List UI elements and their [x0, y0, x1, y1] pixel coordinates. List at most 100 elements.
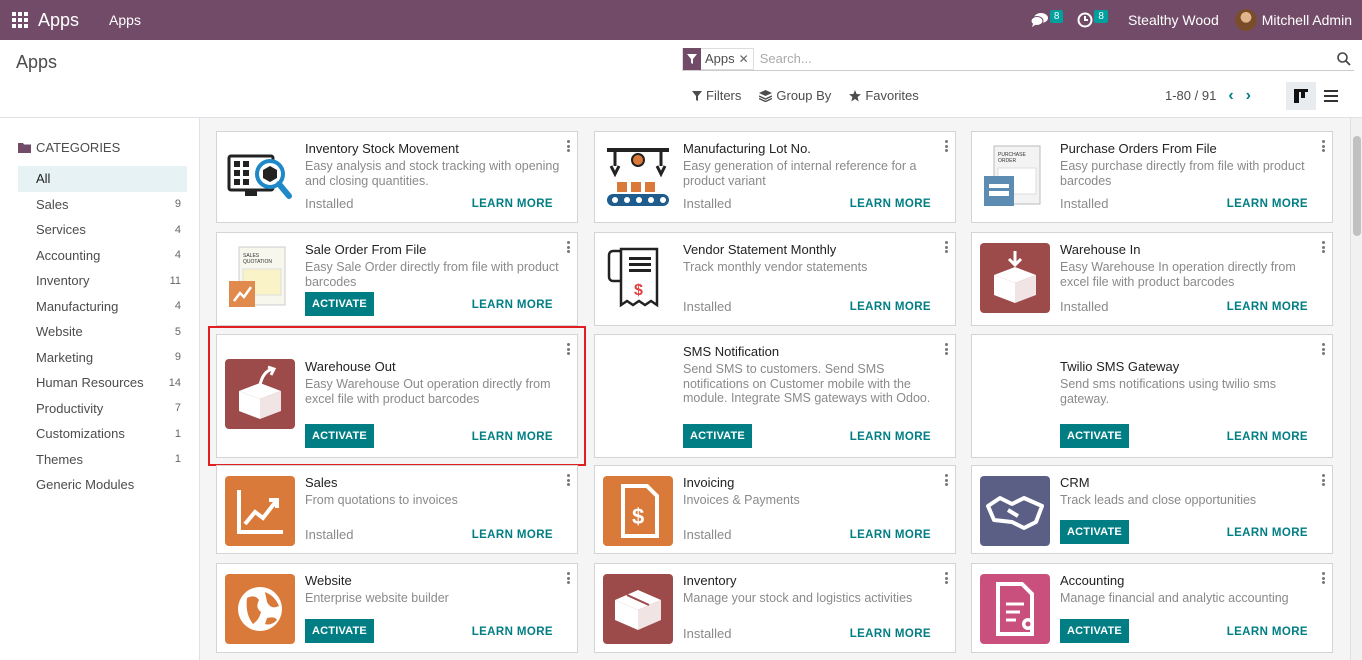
app-card[interactable]: Inventory Stock Movement Easy analysis an…: [216, 131, 578, 223]
kebab-menu-icon[interactable]: [943, 474, 949, 486]
search-bar: Apps ✕: [682, 47, 1354, 71]
user-menu[interactable]: Mitchell Admin: [1234, 9, 1352, 31]
learn-more-button[interactable]: LEARN MORE: [850, 431, 931, 443]
pager: 1-80 / 91 ‹ ›: [1165, 87, 1251, 103]
favorites-button[interactable]: Favorites: [849, 88, 919, 103]
messages-button[interactable]: 8: [1030, 9, 1064, 28]
kebab-menu-icon[interactable]: [1320, 572, 1326, 584]
learn-more-button[interactable]: LEARN MORE: [850, 628, 931, 640]
learn-more-button[interactable]: LEARN MORE: [850, 529, 931, 541]
kebab-menu-icon[interactable]: [1320, 140, 1326, 152]
app-card[interactable]: Warehouse Out Easy Warehouse Out operatio…: [208, 326, 586, 466]
navbar-brand[interactable]: Apps: [38, 10, 79, 31]
app-card[interactable]: Warehouse In Easy Warehouse In operation …: [971, 232, 1333, 326]
app-card[interactable]: SALES QUOTATION Sale Order From File Easy S…: [216, 232, 578, 326]
app-card[interactable]: Inventory Manage your stock and logistics…: [594, 563, 956, 653]
learn-more-button[interactable]: LEARN MORE: [1227, 527, 1308, 539]
category-item-accounting[interactable]: Accounting 4: [18, 243, 187, 269]
app-menu-grid-icon[interactable]: [12, 12, 28, 28]
category-label: Website: [36, 324, 83, 340]
app-title: Twilio SMS Gateway: [1060, 359, 1180, 374]
category-item-productivity[interactable]: Productivity 7: [18, 396, 187, 422]
category-item-themes[interactable]: Themes 1: [18, 447, 187, 473]
app-card[interactable]: $ Invoicing Invoices & Payments Installed LE…: [594, 465, 956, 554]
company-switcher[interactable]: Stealthy Wood: [1128, 12, 1219, 28]
filter-icon: [692, 90, 702, 101]
pager-previous-icon[interactable]: ‹: [1228, 87, 1233, 103]
category-item-marketing[interactable]: Marketing 9: [18, 345, 187, 371]
category-label: Marketing: [36, 349, 94, 365]
category-item-generic-modules[interactable]: Generic Modules: [18, 472, 187, 498]
activate-button[interactable]: ACTIVATE: [1060, 619, 1129, 643]
search-icon[interactable]: [1334, 49, 1354, 69]
activities-button[interactable]: 8: [1077, 9, 1108, 28]
group-by-button[interactable]: Group By: [759, 88, 831, 103]
app-card[interactable]: SMS Notification Send SMS to customers. S…: [594, 334, 956, 458]
category-item-customizations[interactable]: Customizations 1: [18, 421, 187, 447]
learn-more-button[interactable]: LEARN MORE: [850, 301, 931, 313]
scrollbar-thumb[interactable]: [1353, 136, 1361, 236]
kebab-menu-icon[interactable]: [565, 343, 571, 355]
activate-button[interactable]: ACTIVATE: [683, 424, 752, 448]
category-item-all[interactable]: All: [18, 166, 187, 192]
kebab-menu-icon[interactable]: [943, 140, 949, 152]
app-card[interactable]: Website Enterprise website builder ACTIVAT…: [216, 563, 578, 653]
kebab-menu-icon[interactable]: [943, 241, 949, 253]
activate-button[interactable]: ACTIVATE: [305, 424, 374, 448]
category-item-website[interactable]: Website 5: [18, 319, 187, 345]
filter-icon: [683, 47, 701, 70]
activate-button[interactable]: ACTIVATE: [305, 619, 374, 643]
learn-more-button[interactable]: LEARN MORE: [1227, 301, 1308, 313]
category-item-services[interactable]: Services 4: [18, 217, 187, 243]
avatar: [1234, 9, 1257, 31]
category-label: Accounting: [36, 247, 101, 263]
kebab-menu-icon[interactable]: [943, 343, 949, 355]
kebab-menu-icon[interactable]: [1320, 343, 1326, 355]
app-card[interactable]: CRM Track leads and close opportunities AC…: [971, 465, 1333, 554]
learn-more-button[interactable]: LEARN MORE: [1227, 431, 1308, 443]
kanban-view-icon[interactable]: [1286, 82, 1316, 110]
purchase-order-icon: PURCHASE ORDER: [980, 142, 1050, 212]
kebab-menu-icon[interactable]: [1320, 241, 1326, 253]
category-item-human-resources[interactable]: Human Resources 14: [18, 370, 187, 396]
installed-status: Installed: [683, 626, 732, 641]
navbar-menu-apps[interactable]: Apps: [109, 12, 141, 28]
category-item-manufacturing[interactable]: Manufacturing 4: [18, 294, 187, 320]
app-card[interactable]: $ Vendor Statement Monthly Track monthly v…: [594, 232, 956, 326]
app-card[interactable]: Accounting Manage financial and analytic …: [971, 563, 1333, 653]
category-item-inventory[interactable]: Inventory 11: [18, 268, 187, 294]
learn-more-button[interactable]: LEARN MORE: [472, 198, 553, 210]
learn-more-button[interactable]: LEARN MORE: [1227, 198, 1308, 210]
installed-status: Installed: [305, 527, 354, 542]
kebab-menu-icon[interactable]: [565, 140, 571, 152]
learn-more-button[interactable]: LEARN MORE: [472, 431, 553, 443]
list-view-icon[interactable]: [1316, 82, 1346, 110]
app-card[interactable]: Sales From quotations to invoices Installe…: [216, 465, 578, 554]
activate-button[interactable]: ACTIVATE: [1060, 424, 1129, 448]
app-card[interactable]: Twilio SMS Gateway Send sms notifications…: [971, 334, 1333, 458]
vertical-scrollbar[interactable]: [1350, 118, 1362, 660]
activate-button[interactable]: ACTIVATE: [1060, 520, 1129, 544]
app-card[interactable]: Manufacturing Lot No. Easy generation of …: [594, 131, 956, 223]
learn-more-button[interactable]: LEARN MORE: [1227, 626, 1308, 638]
activate-button[interactable]: ACTIVATE: [305, 292, 374, 316]
learn-more-button[interactable]: LEARN MORE: [472, 626, 553, 638]
pager-next-icon[interactable]: ›: [1246, 87, 1251, 103]
app-card[interactable]: PURCHASE ORDER Purchase Orders From File Ea…: [971, 131, 1333, 223]
pager-value[interactable]: 1-80 / 91: [1165, 88, 1216, 103]
search-input[interactable]: [759, 51, 1334, 66]
learn-more-button[interactable]: LEARN MORE: [472, 529, 553, 541]
invoice-icon: $: [603, 476, 673, 546]
facet-remove-icon[interactable]: ✕: [739, 52, 753, 66]
category-item-sales[interactable]: Sales 9: [18, 192, 187, 218]
kebab-menu-icon[interactable]: [1320, 474, 1326, 486]
categories-title: CATEGORIES: [36, 140, 121, 155]
app-description: From quotations to invoices: [305, 493, 458, 507]
kebab-menu-icon[interactable]: [565, 474, 571, 486]
learn-more-button[interactable]: LEARN MORE: [850, 198, 931, 210]
kebab-menu-icon[interactable]: [565, 572, 571, 584]
kebab-menu-icon[interactable]: [565, 241, 571, 253]
kebab-menu-icon[interactable]: [943, 572, 949, 584]
filters-button[interactable]: Filters: [692, 88, 741, 103]
learn-more-button[interactable]: LEARN MORE: [472, 299, 553, 311]
